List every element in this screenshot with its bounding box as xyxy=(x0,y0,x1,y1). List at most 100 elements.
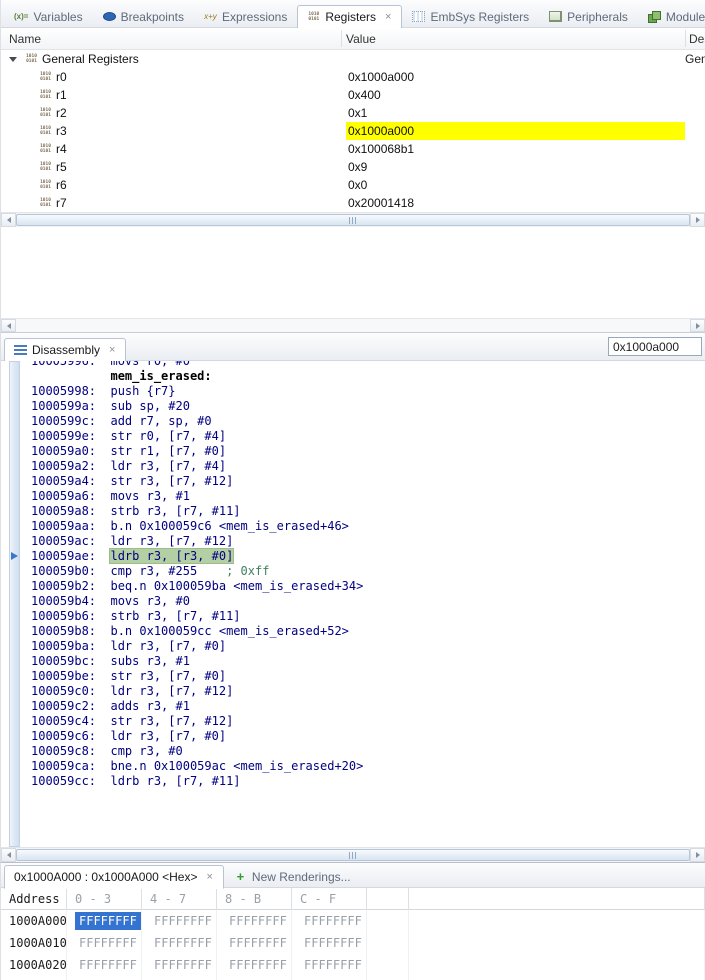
register-row[interactable]: r7 0x20001418 xyxy=(1,194,705,212)
disasm-line[interactable]: 100059b4: movs r3, #0 xyxy=(31,594,705,609)
disasm-line[interactable]: 100059b2: beq.n 0x100059ba <mem_is_erase… xyxy=(31,579,705,594)
memory-value-cell[interactable]: FFFFFFFF xyxy=(142,910,217,932)
memory-value-cell[interactable]: FFFFFFFF xyxy=(142,932,217,954)
memory-value-cell[interactable]: FFFFFFFF xyxy=(142,976,217,980)
memory-value-cell[interactable]: FFFFFFFF xyxy=(217,910,292,932)
memory-value-cell[interactable]: FFFFFFFF xyxy=(67,976,142,980)
disassembly-annotation-ruler[interactable] xyxy=(9,361,20,847)
register-value-cell[interactable]: 0x1000a000 xyxy=(346,122,685,140)
tab-variables[interactable]: Variables xyxy=(4,4,93,28)
scrollbar-thumb[interactable] xyxy=(16,849,690,861)
register-description xyxy=(685,194,705,212)
memory-value-cell[interactable]: FFFFFFFF xyxy=(67,910,142,932)
memory-value-cell[interactable]: FFFFFFFF xyxy=(292,910,367,932)
disasm-line[interactable]: 100059aa: b.n 0x100059c6 <mem_is_erased+… xyxy=(31,519,705,534)
register-group-row[interactable]: General Registers Gene xyxy=(1,50,705,68)
register-row[interactable]: r5 0x9 xyxy=(1,158,705,176)
column-header-description[interactable]: Desc xyxy=(689,32,705,46)
disasm-line[interactable]: 100059c0: ldr r3, [r7, #12] xyxy=(31,684,705,699)
disasm-line[interactable]: 10005996: movs r0, #0 xyxy=(31,361,705,369)
register-group-value-cell xyxy=(346,50,685,68)
disasm-line[interactable]: 100059be: str r3, [r7, #0] xyxy=(31,669,705,684)
disasm-line[interactable]: mem_is_erased: xyxy=(31,369,705,384)
scroll-left-button[interactable] xyxy=(1,213,16,227)
disasm-line[interactable]: 100059a6: movs r3, #1 xyxy=(31,489,705,504)
register-row[interactable]: r1 0x400 xyxy=(1,86,705,104)
tab-modules[interactable]: Modules xyxy=(638,4,705,28)
memory-value-cell[interactable]: FFFFFFFF xyxy=(217,976,292,980)
register-value-cell[interactable]: 0x100068b1 xyxy=(346,140,685,158)
close-icon[interactable]: × xyxy=(205,871,213,883)
tab-0x1000a000-0x1000a000-hex[interactable]: 0x1000A000 : 0x1000A000 <Hex> × xyxy=(4,865,224,889)
tab-breakpoints[interactable]: Breakpoints xyxy=(93,4,194,28)
disasm-line[interactable]: 100059ca: bne.n 0x100059ac <mem_is_erase… xyxy=(31,759,705,774)
column-header-name[interactable]: Name xyxy=(9,32,41,46)
memory-column-header[interactable]: C - F xyxy=(292,887,367,910)
register-value-cell[interactable]: 0x0 xyxy=(346,176,685,194)
disasm-line[interactable]: 100059c8: cmp r3, #0 xyxy=(31,744,705,759)
register-value-cell[interactable]: 0x20001418 xyxy=(346,194,685,212)
memory-value-cell[interactable]: FFFFFFFF xyxy=(292,976,367,980)
disasm-line[interactable]: 100059c2: adds r3, #1 xyxy=(31,699,705,714)
register-row[interactable]: r6 0x0 xyxy=(1,176,705,194)
tab-peripherals[interactable]: Peripherals xyxy=(539,4,638,28)
expander-icon[interactable] xyxy=(9,56,17,62)
register-value-cell[interactable]: 0x400 xyxy=(346,86,685,104)
register-row[interactable]: r4 0x100068b1 xyxy=(1,140,705,158)
memory-value-cell[interactable]: FFFFFFFF xyxy=(142,954,217,976)
scroll-right-button[interactable] xyxy=(690,319,705,332)
disasm-line[interactable]: 100059b6: strb r3, [r7, #11] xyxy=(31,609,705,624)
scroll-right-button[interactable] xyxy=(690,848,705,862)
scrollbar-track[interactable] xyxy=(16,319,690,332)
tab-expressions[interactable]: Expressions xyxy=(194,4,297,28)
column-header-value[interactable]: Value xyxy=(346,32,376,46)
disasm-line[interactable]: 1000599e: str r0, [r7, #4] xyxy=(31,429,705,444)
register-value-cell[interactable]: 0x1 xyxy=(346,104,685,122)
memory-value-cell[interactable]: FFFFFFFF xyxy=(217,954,292,976)
tab-registers[interactable]: Registers × xyxy=(297,5,403,29)
memory-value-cell[interactable]: FFFFFFFF xyxy=(292,954,367,976)
memory-value-cell[interactable]: FFFFFFFF xyxy=(67,954,142,976)
disasm-line[interactable]: 100059a0: str r1, [r7, #0] xyxy=(31,444,705,459)
memory-column-header[interactable]: Address xyxy=(1,887,67,910)
memory-value-cell[interactable]: FFFFFFFF xyxy=(292,932,367,954)
disasm-line[interactable]: 100059ae: ldrb r3, [r3, #0] xyxy=(31,548,705,564)
memory-column-header[interactable]: 8 - B xyxy=(217,887,292,910)
disasm-line[interactable]: 100059ba: ldr r3, [r7, #0] xyxy=(31,639,705,654)
register-value-cell[interactable]: 0x9 xyxy=(346,158,685,176)
memory-column-header[interactable]: 0 - 3 xyxy=(67,887,142,910)
register-row[interactable]: r2 0x1 xyxy=(1,104,705,122)
column-separator[interactable] xyxy=(341,30,342,47)
register-value-cell[interactable]: 0x1000a000 xyxy=(346,68,685,86)
disasm-line[interactable]: 100059b8: b.n 0x100059cc <mem_is_erased+… xyxy=(31,624,705,639)
disassembly-editor[interactable]: 10005996: movs r0, #0 mem_is_erased: 1000… xyxy=(1,361,705,847)
disasm-line[interactable]: 100059a2: ldr r3, [r7, #4] xyxy=(31,459,705,474)
close-icon[interactable]: × xyxy=(108,344,116,356)
disasm-line[interactable]: 100059bc: subs r3, #1 xyxy=(31,654,705,669)
register-row[interactable]: r0 0x1000a000 xyxy=(1,68,705,86)
disasm-line[interactable]: 100059cc: ldrb r3, [r7, #11] xyxy=(31,774,705,789)
tab-new-renderings[interactable]: + New Renderings... xyxy=(224,864,361,888)
tab-embsys-registers[interactable]: EmbSys Registers xyxy=(402,4,539,28)
disasm-line[interactable]: 100059a4: str r3, [r7, #12] xyxy=(31,474,705,489)
disasm-line[interactable]: 100059c4: str r3, [r7, #12] xyxy=(31,714,705,729)
disassembly-address-input[interactable] xyxy=(608,337,702,356)
close-icon[interactable]: × xyxy=(384,11,392,23)
memory-value-cell[interactable]: FFFFFFFF xyxy=(67,932,142,954)
scrollbar-thumb[interactable] xyxy=(16,214,690,226)
disasm-line[interactable]: 1000599c: add r7, sp, #0 xyxy=(31,414,705,429)
column-separator[interactable] xyxy=(685,30,686,47)
disasm-line[interactable]: 100059a8: strb r3, [r7, #11] xyxy=(31,504,705,519)
memory-value-cell[interactable]: FFFFFFFF xyxy=(217,932,292,954)
disasm-line[interactable]: 1000599a: sub sp, #20 xyxy=(31,399,705,414)
tab-disassembly[interactable]: Disassembly × xyxy=(4,338,127,362)
register-row[interactable]: r3 0x1000a000 xyxy=(1,122,705,140)
scroll-left-button[interactable] xyxy=(1,319,16,332)
scroll-left-button[interactable] xyxy=(1,848,16,862)
disasm-line[interactable]: 10005998: push {r7} xyxy=(31,384,705,399)
disasm-line[interactable]: 100059ac: ldr r3, [r7, #12] xyxy=(31,534,705,549)
disasm-line[interactable]: 100059b0: cmp r3, #255 ; 0xff xyxy=(31,564,705,579)
disasm-line[interactable]: 100059c6: ldr r3, [r7, #0] xyxy=(31,729,705,744)
scroll-right-button[interactable] xyxy=(690,213,705,227)
memory-column-header[interactable]: 4 - 7 xyxy=(142,887,217,910)
